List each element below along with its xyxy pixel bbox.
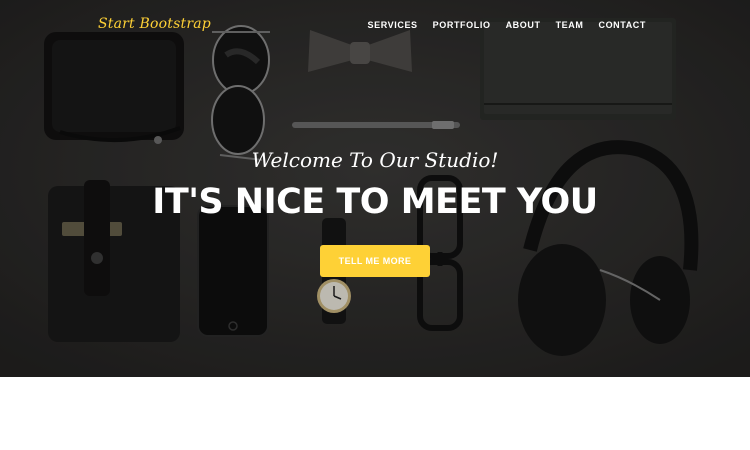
nav-links: SERVICES PORTFOLIO ABOUT TEAM CONTACT xyxy=(368,20,647,30)
intro-lead-text: Welcome To Our Studio! xyxy=(251,148,499,172)
hero-section: Start Bootstrap SERVICES PORTFOLIO ABOUT… xyxy=(0,0,750,377)
nav-link-services[interactable]: SERVICES xyxy=(368,20,418,30)
intro-heading: IT'S NICE TO MEET YOU xyxy=(152,182,598,222)
nav-link-contact[interactable]: CONTACT xyxy=(598,20,646,30)
tell-me-more-button[interactable]: TELL ME MORE xyxy=(320,245,430,277)
nav-link-team[interactable]: TEAM xyxy=(556,20,584,30)
navbar: Start Bootstrap SERVICES PORTFOLIO ABOUT… xyxy=(0,0,750,52)
nav-link-portfolio[interactable]: PORTFOLIO xyxy=(433,20,491,30)
brand-logo-link[interactable]: Start Bootstrap xyxy=(98,16,211,32)
page-content-area xyxy=(0,377,750,450)
nav-link-about[interactable]: ABOUT xyxy=(506,20,541,30)
